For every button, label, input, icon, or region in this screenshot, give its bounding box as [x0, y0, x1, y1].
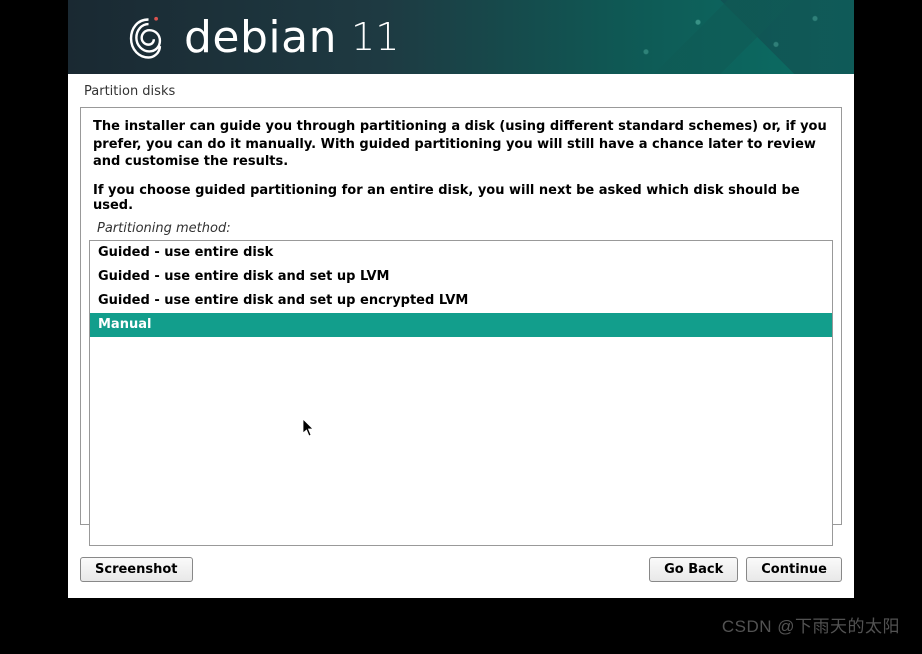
watermark-text: CSDN @下雨天的太阳	[722, 612, 900, 637]
screenshot-button[interactable]: Screenshot	[80, 557, 193, 582]
continue-button[interactable]: Continue	[746, 557, 842, 582]
footer-right-group: Go Back Continue	[649, 557, 842, 582]
installer-window: debian 11 Partition disks The installer …	[68, 0, 854, 598]
header-banner: debian 11	[68, 0, 854, 74]
option-manual[interactable]: Manual	[90, 313, 832, 337]
go-back-button[interactable]: Go Back	[649, 557, 738, 582]
intro-paragraph-2: If you choose guided partitioning for an…	[87, 183, 835, 221]
content-frame: The installer can guide you through part…	[80, 107, 842, 525]
brand-name: debian	[184, 12, 337, 63]
option-guided-entire-disk[interactable]: Guided - use entire disk	[90, 241, 832, 265]
partitioning-method-label: Partitioning method:	[87, 221, 835, 240]
footer-buttons: Screenshot Go Back Continue	[68, 525, 854, 592]
option-guided-encrypted-lvm[interactable]: Guided - use entire disk and set up encr…	[90, 289, 832, 313]
partitioning-options-list: Guided - use entire disk Guided - use en…	[89, 240, 833, 546]
option-guided-lvm[interactable]: Guided - use entire disk and set up LVM	[90, 265, 832, 289]
brand-version: 11	[351, 15, 399, 59]
intro-paragraph-1: The installer can guide you through part…	[87, 118, 835, 183]
debian-swirl-icon	[128, 13, 166, 61]
page-title: Partition disks	[68, 74, 854, 107]
